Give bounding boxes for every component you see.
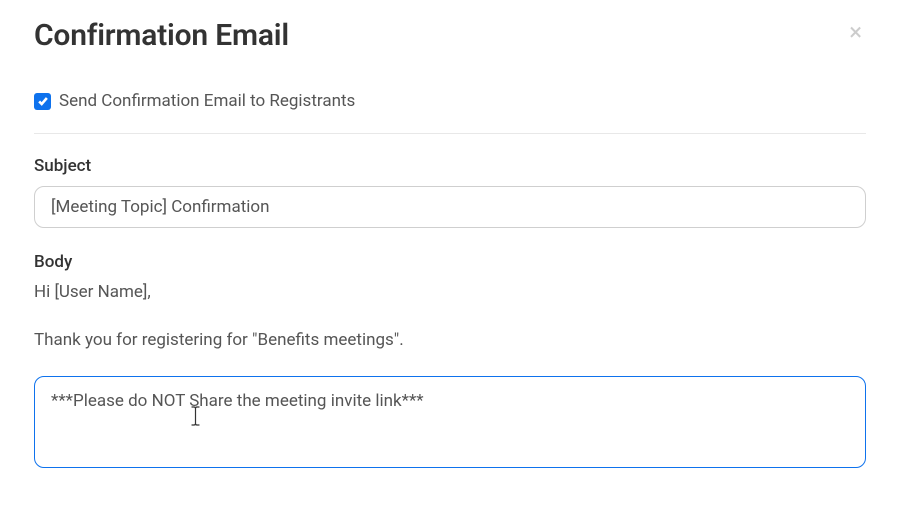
send-confirmation-checkbox[interactable] bbox=[34, 93, 51, 110]
confirmation-email-modal: Confirmation Email × Send Confirmation E… bbox=[0, 0, 900, 492]
body-label: Body bbox=[34, 252, 866, 272]
body-greeting-text: Hi [User Name], bbox=[34, 282, 866, 302]
modal-title: Confirmation Email bbox=[34, 18, 289, 53]
close-button[interactable]: × bbox=[845, 16, 866, 48]
subject-input[interactable] bbox=[34, 186, 866, 228]
body-intro-text: Thank you for registering for "Benefits … bbox=[34, 330, 866, 350]
body-textarea-wrapper bbox=[34, 376, 866, 472]
send-confirmation-label: Send Confirmation Email to Registrants bbox=[59, 91, 355, 111]
close-icon: × bbox=[849, 18, 862, 46]
divider bbox=[34, 133, 866, 134]
body-custom-textarea[interactable] bbox=[34, 376, 866, 468]
send-confirmation-checkbox-row: Send Confirmation Email to Registrants bbox=[34, 91, 866, 111]
subject-label: Subject bbox=[34, 156, 866, 176]
modal-header: Confirmation Email × bbox=[34, 18, 866, 53]
checkmark-icon bbox=[37, 95, 49, 107]
